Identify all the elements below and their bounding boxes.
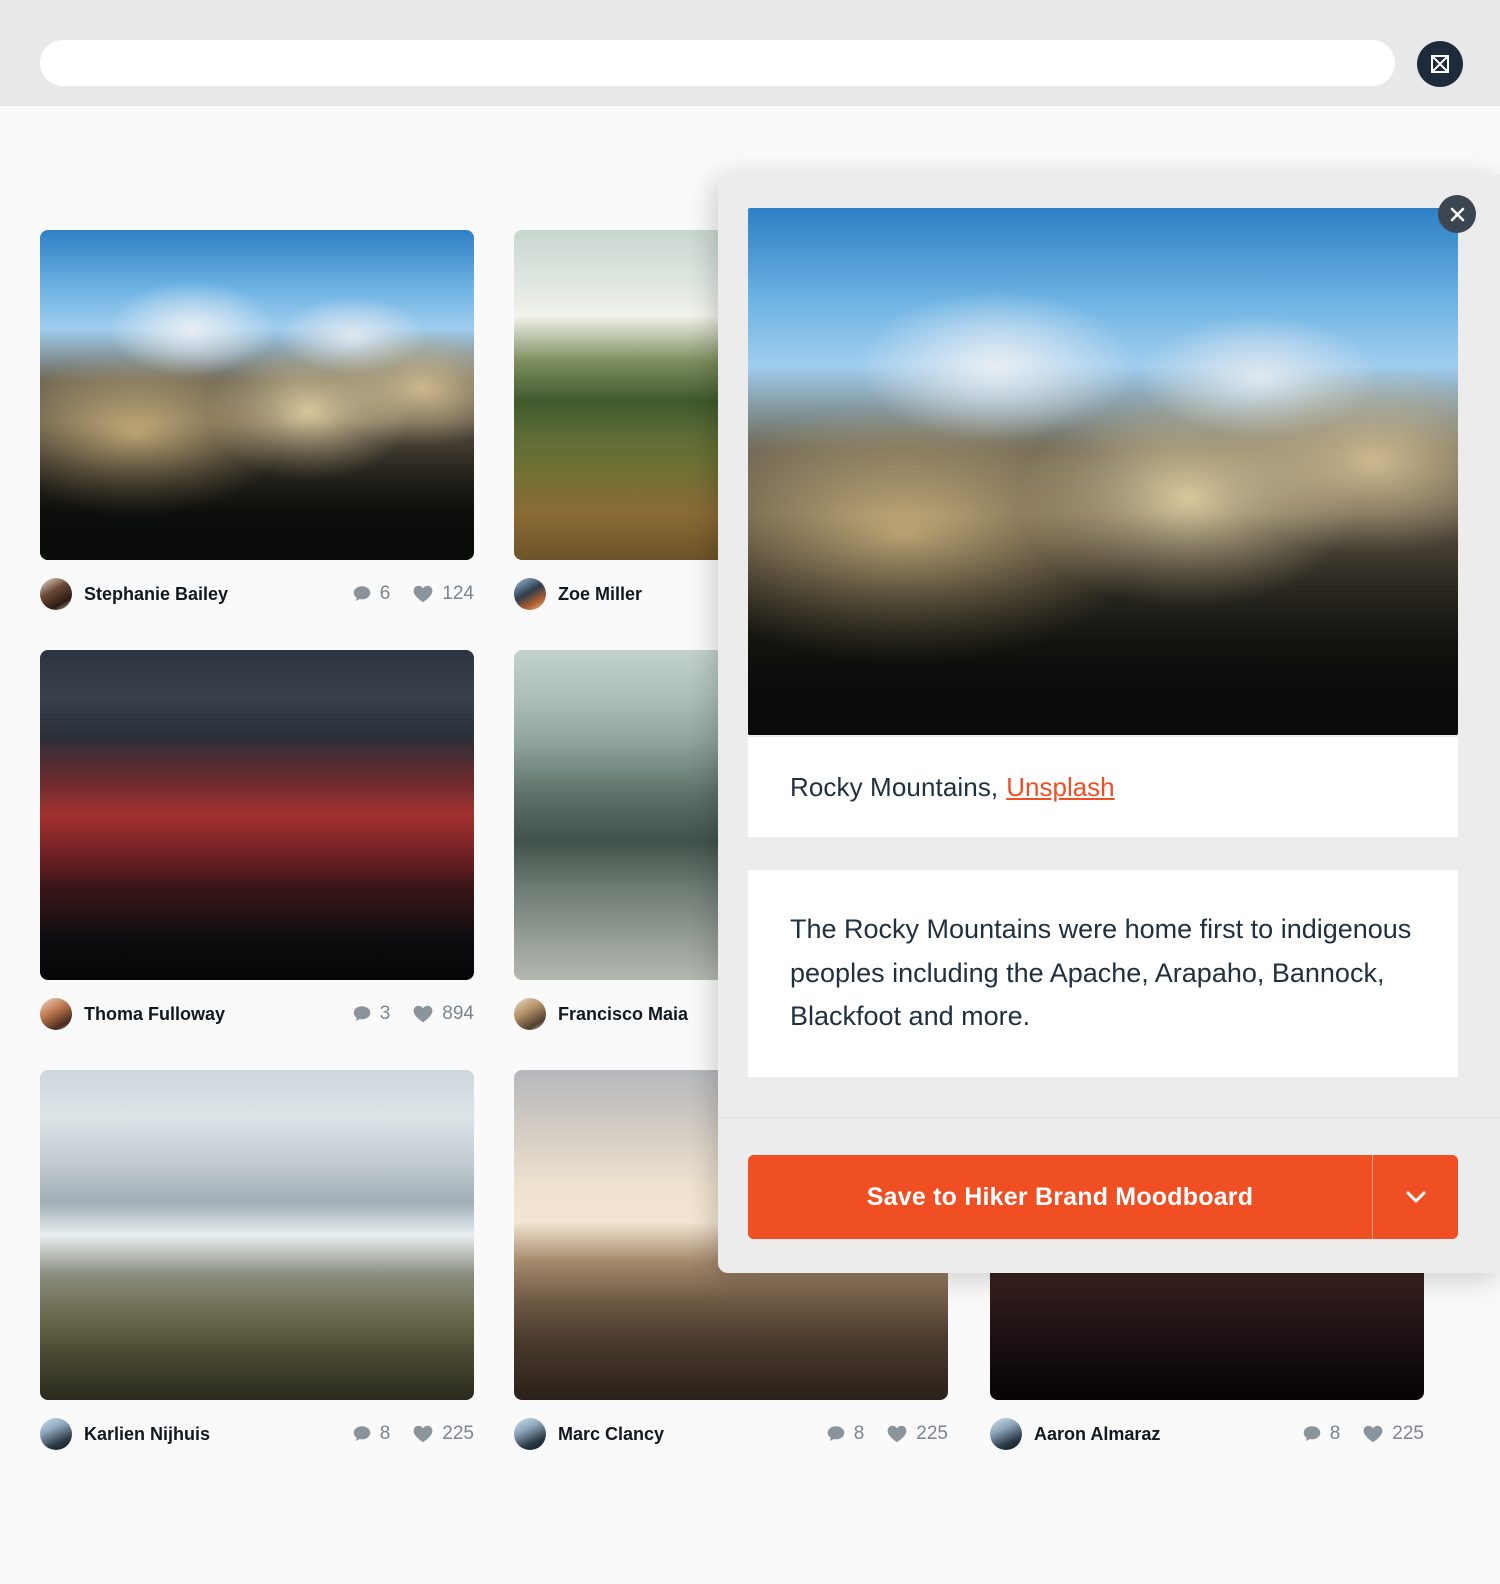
heart-icon [412, 584, 434, 604]
comment-icon [826, 1424, 846, 1444]
comment-stat[interactable]: 6 [352, 583, 391, 605]
comment-icon [352, 1424, 372, 1444]
comment-count: 3 [379, 1003, 391, 1024]
modal-divider [718, 1117, 1500, 1118]
photo-author-name[interactable]: Karlien Nijhuis [84, 1424, 210, 1445]
avatar-image [514, 578, 546, 610]
save-to-moodboard-button[interactable]: Save to Hiker Brand Moodboard [748, 1155, 1372, 1239]
photo-card-thumbnail[interactable] [40, 230, 474, 560]
photo-author-name[interactable]: Stephanie Bailey [84, 584, 228, 605]
like-count: 894 [442, 1003, 474, 1024]
comment-count: 8 [1329, 1423, 1341, 1444]
modal-hero-image[interactable] [748, 208, 1458, 735]
photo-author-name[interactable]: Thoma Fulloway [84, 1004, 225, 1025]
avatar[interactable] [40, 1418, 72, 1450]
like-stat[interactable]: 894 [412, 1003, 474, 1025]
like-stat[interactable]: 225 [886, 1423, 948, 1445]
comment-icon [1302, 1424, 1322, 1444]
like-count: 225 [1392, 1423, 1424, 1444]
photo-author-name[interactable]: Aaron Almaraz [1034, 1424, 1160, 1445]
hero-photo-placeholder [748, 208, 1458, 735]
comment-stat[interactable]: 8 [352, 1423, 391, 1445]
avatar[interactable] [40, 998, 72, 1030]
photo-stats: 6 124 [352, 583, 474, 605]
like-stat[interactable]: 225 [1362, 1423, 1424, 1445]
photo-card-meta: Thoma Fulloway 3 894 [40, 994, 474, 1034]
photo-card-thumbnail[interactable] [40, 650, 474, 980]
avatar[interactable] [40, 578, 72, 610]
photo-stats: 8 225 [352, 1423, 474, 1445]
avatar-image [40, 1418, 72, 1450]
comment-count: 8 [853, 1423, 865, 1444]
like-count: 225 [916, 1423, 948, 1444]
photo-card-thumbnail[interactable] [40, 1070, 474, 1400]
close-icon[interactable] [1438, 195, 1476, 233]
photo-author-name[interactable]: Zoe Miller [558, 584, 642, 605]
like-count: 225 [442, 1423, 474, 1444]
comment-stat[interactable]: 8 [826, 1423, 865, 1445]
photo-title: Rocky Mountains, [790, 771, 999, 802]
avatar-image [514, 1418, 546, 1450]
heart-icon [886, 1424, 908, 1444]
heart-icon [412, 1424, 434, 1444]
top-bar [0, 0, 1500, 106]
avatar-image [40, 578, 72, 610]
comment-count: 6 [379, 583, 391, 604]
photo-card-meta: Karlien Nijhuis 8 225 [40, 1414, 474, 1454]
like-count: 124 [442, 583, 474, 604]
avatar-image [514, 998, 546, 1030]
comment-icon [352, 1004, 372, 1024]
crown-m-logo-icon [1428, 52, 1452, 76]
avatar[interactable] [990, 1418, 1022, 1450]
modal-title-panel: Rocky Mountains, Unsplash [748, 737, 1458, 837]
photo-stats: 8 225 [1302, 1423, 1424, 1445]
search-input[interactable] [40, 40, 1395, 86]
photo-card-meta: Stephanie Bailey 6 124 [40, 574, 474, 614]
photo-placeholder [40, 650, 474, 980]
photo-description: The Rocky Mountains were home first to i… [790, 913, 1412, 1032]
photo-detail-modal: Rocky Mountains, Unsplash The Rocky Moun… [718, 175, 1500, 1273]
like-stat[interactable]: 124 [412, 583, 474, 605]
photo-card-meta: Marc Clancy 8 225 [514, 1414, 948, 1454]
save-action-row: Save to Hiker Brand Moodboard [748, 1155, 1458, 1239]
avatar[interactable] [514, 578, 546, 610]
photo-card: Karlien Nijhuis 8 225 [40, 1070, 474, 1450]
photo-placeholder [40, 230, 474, 560]
comment-stat[interactable]: 3 [352, 1003, 391, 1025]
avatar-image [990, 1418, 1022, 1450]
chevron-down-icon[interactable] [1372, 1155, 1458, 1239]
heart-icon [1362, 1424, 1384, 1444]
photo-author-name[interactable]: Francisco Maia [558, 1004, 688, 1025]
photo-card-meta: Aaron Almaraz 8 225 [990, 1414, 1424, 1454]
photo-stats: 8 225 [826, 1423, 948, 1445]
heart-icon [412, 1004, 434, 1024]
comment-stat[interactable]: 8 [1302, 1423, 1341, 1445]
photo-stats: 3 894 [352, 1003, 474, 1025]
modal-description-panel: The Rocky Mountains were home first to i… [748, 870, 1458, 1077]
avatar[interactable] [514, 1418, 546, 1450]
like-stat[interactable]: 225 [412, 1423, 474, 1445]
avatar-image [40, 998, 72, 1030]
brand-badge-button[interactable] [1417, 41, 1463, 87]
photo-placeholder [40, 1070, 474, 1400]
comment-count: 8 [379, 1423, 391, 1444]
avatar[interactable] [514, 998, 546, 1030]
photo-card: Thoma Fulloway 3 894 [40, 650, 474, 1030]
comment-icon [352, 584, 372, 604]
photo-card: Stephanie Bailey 6 124 [40, 230, 474, 610]
photo-author-name[interactable]: Marc Clancy [558, 1424, 664, 1445]
app-root: Stephanie Bailey 6 124 Zoe Miller Thoma Full… [0, 0, 1500, 1584]
photo-source-link[interactable]: Unsplash [1006, 772, 1114, 803]
